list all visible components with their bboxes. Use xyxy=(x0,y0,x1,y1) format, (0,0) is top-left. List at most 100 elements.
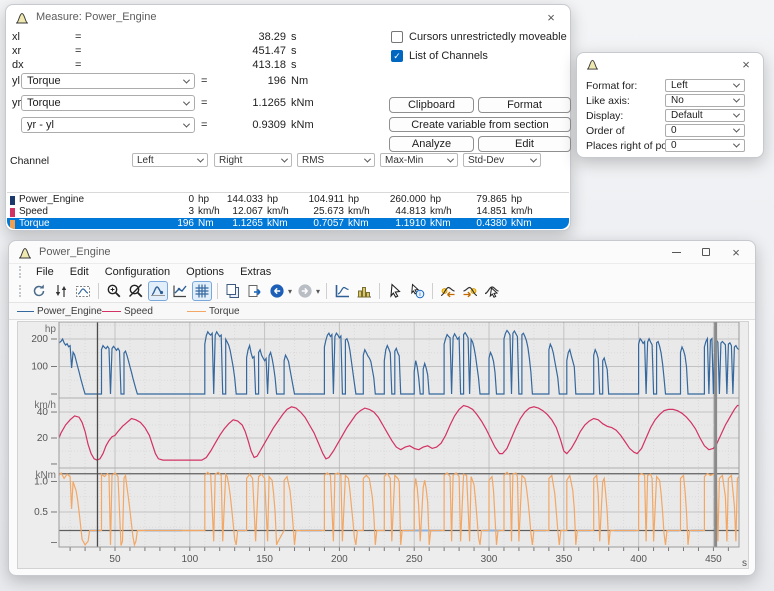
table-row[interactable]: Torque196Nm1.1265kNm0.7057kNm1.1910kNm0.… xyxy=(7,218,569,229)
format-field-row: Places right of point:0 xyxy=(577,139,763,153)
format-field-value: 0 xyxy=(671,140,734,151)
format-field-select[interactable]: Default xyxy=(665,109,745,122)
measure-icon[interactable] xyxy=(148,281,168,301)
curve-window-titlebar[interactable]: Power_Engine × xyxy=(9,241,755,263)
pointer-info-icon[interactable]: i xyxy=(407,281,427,301)
plot-canvas[interactable]: 100200hp2040km/h0.51.0kNm501001502002503… xyxy=(18,322,748,568)
stat-value: 0.7057 xyxy=(262,218,344,229)
refresh-icon[interactable] xyxy=(29,281,49,301)
channel-name: Speed xyxy=(19,206,48,218)
x-axis-tick-label: 100 xyxy=(181,554,198,565)
stat-value: 1.1910 xyxy=(342,218,426,229)
dropdown-caret-icon[interactable]: ▾ xyxy=(316,287,320,296)
checkbox[interactable]: ✓ xyxy=(391,50,403,62)
dropdown-caret-icon[interactable]: ▾ xyxy=(288,287,292,296)
measure-titlebar[interactable]: Measure: Power_Engine × xyxy=(6,5,570,29)
cursor-channel-label: yl xyxy=(12,75,20,87)
cursor-prev-icon[interactable] xyxy=(438,281,458,301)
cursor-value: 196 xyxy=(186,75,286,87)
chevron-down-icon xyxy=(197,155,204,162)
clipboard-button[interactable]: Clipboard xyxy=(389,97,474,113)
format-field-select[interactable]: No xyxy=(665,94,745,107)
channels-icon[interactable] xyxy=(51,281,71,301)
format-field-row: Display:Default xyxy=(577,109,763,123)
menu-edit[interactable]: Edit xyxy=(62,266,97,278)
chevron-down-icon xyxy=(281,155,288,162)
analyze-button[interactable]: Analyze xyxy=(389,136,474,152)
channel-select[interactable]: Torque xyxy=(21,95,195,111)
statistic-header-select[interactable]: Std-Dev xyxy=(463,153,541,167)
format-field-value: No xyxy=(671,95,734,106)
channel-select[interactable]: Torque xyxy=(21,73,195,89)
back-icon[interactable] xyxy=(267,281,287,301)
format-field-select[interactable]: 0 xyxy=(665,124,745,137)
svg-text:100: 100 xyxy=(31,362,48,373)
cursor-next-icon[interactable] xyxy=(460,281,480,301)
option-checkbox-row[interactable]: ✓List of Channels xyxy=(391,50,488,62)
export-icon[interactable] xyxy=(245,281,265,301)
equals-sign: = xyxy=(75,45,81,57)
legend-label: Speed xyxy=(124,306,153,317)
forward-icon[interactable] xyxy=(295,281,315,301)
legend-item[interactable]: Speed xyxy=(102,306,187,317)
menubar: FileEditConfigurationOptionsExtras xyxy=(9,263,755,280)
plot-panel[interactable]: 100200hp2040km/h0.51.0kNm501001502002503… xyxy=(17,321,749,569)
create-variable-button[interactable]: Create variable from section xyxy=(389,117,571,132)
statistic-header-select[interactable]: Max-Min xyxy=(380,153,458,167)
toolbar-separator xyxy=(432,283,433,299)
format-field-select[interactable]: Left xyxy=(665,79,745,92)
statistic-header-select[interactable]: Left xyxy=(132,153,208,167)
menu-extras[interactable]: Extras xyxy=(232,266,279,278)
grid-icon[interactable] xyxy=(192,281,212,301)
channel-select-value: Torque xyxy=(27,75,184,87)
channel-select[interactable]: yr - yl xyxy=(21,117,195,133)
measure-window: Measure: Power_Engine × xl=38.29sxr=451.… xyxy=(5,4,571,231)
channel-list[interactable]: Power_Engine0hp144.033hp104.911hp260.000… xyxy=(7,192,569,229)
edit-button[interactable]: Edit xyxy=(478,136,571,152)
minimize-button[interactable] xyxy=(663,242,689,262)
pointer-icon[interactable] xyxy=(385,281,405,301)
toolbar-separator xyxy=(379,283,380,299)
channel-select-value: yr - yl xyxy=(27,119,184,131)
option-checkbox-row[interactable]: Cursors unrestrictedly moveable xyxy=(391,31,567,43)
stat-value: 12.067 xyxy=(182,206,263,218)
line-chart-icon[interactable] xyxy=(332,281,352,301)
stat-value: 3 xyxy=(102,206,194,218)
menu-file[interactable]: File xyxy=(28,266,62,278)
format-button[interactable]: Format xyxy=(478,97,571,113)
stat-value: 1.1265 xyxy=(182,218,263,229)
chevron-down-icon xyxy=(364,155,371,162)
cursor-move-icon[interactable] xyxy=(482,281,502,301)
format-titlebar[interactable]: × xyxy=(577,53,763,75)
table-row[interactable]: Power_Engine0hp144.033hp104.911hp260.000… xyxy=(7,194,569,206)
channel-column-header: Channel xyxy=(10,155,49,167)
display-box-icon[interactable] xyxy=(73,281,93,301)
format-field-select[interactable]: 0 xyxy=(665,139,745,152)
equals-sign: = xyxy=(75,31,81,43)
format-close-button[interactable]: × xyxy=(733,54,759,74)
chevron-down-icon xyxy=(733,141,740,148)
statistic-header-label: Std-Dev xyxy=(468,155,531,166)
bar-chart-icon[interactable] xyxy=(354,281,374,301)
checkbox[interactable] xyxy=(391,31,403,43)
x-axis-tick-label: 200 xyxy=(331,554,348,565)
cursor-unit: kNm xyxy=(291,97,314,109)
chevron-down-icon xyxy=(530,155,537,162)
copy-icon[interactable] xyxy=(223,281,243,301)
chevron-down-icon xyxy=(733,96,740,103)
maximize-button[interactable] xyxy=(693,242,719,262)
legend-item[interactable]: Power_Engine xyxy=(17,306,102,317)
measure-close-button[interactable]: × xyxy=(538,7,564,27)
statistic-header-select[interactable]: Right xyxy=(214,153,292,167)
zoom-off-icon[interactable] xyxy=(126,281,146,301)
stat-value: 0.4380 xyxy=(422,218,507,229)
format-window-icon xyxy=(586,58,599,70)
menu-configuration[interactable]: Configuration xyxy=(97,266,178,278)
close-button[interactable]: × xyxy=(723,242,749,262)
legend-item[interactable]: Torque xyxy=(187,306,272,317)
table-row[interactable]: Speed3km/h12.067km/h25.673km/h44.813km/h… xyxy=(7,206,569,218)
curve-edit-icon[interactable] xyxy=(170,281,190,301)
statistic-header-select[interactable]: RMS xyxy=(297,153,375,167)
zoom-in-icon[interactable] xyxy=(104,281,124,301)
menu-options[interactable]: Options xyxy=(178,266,232,278)
